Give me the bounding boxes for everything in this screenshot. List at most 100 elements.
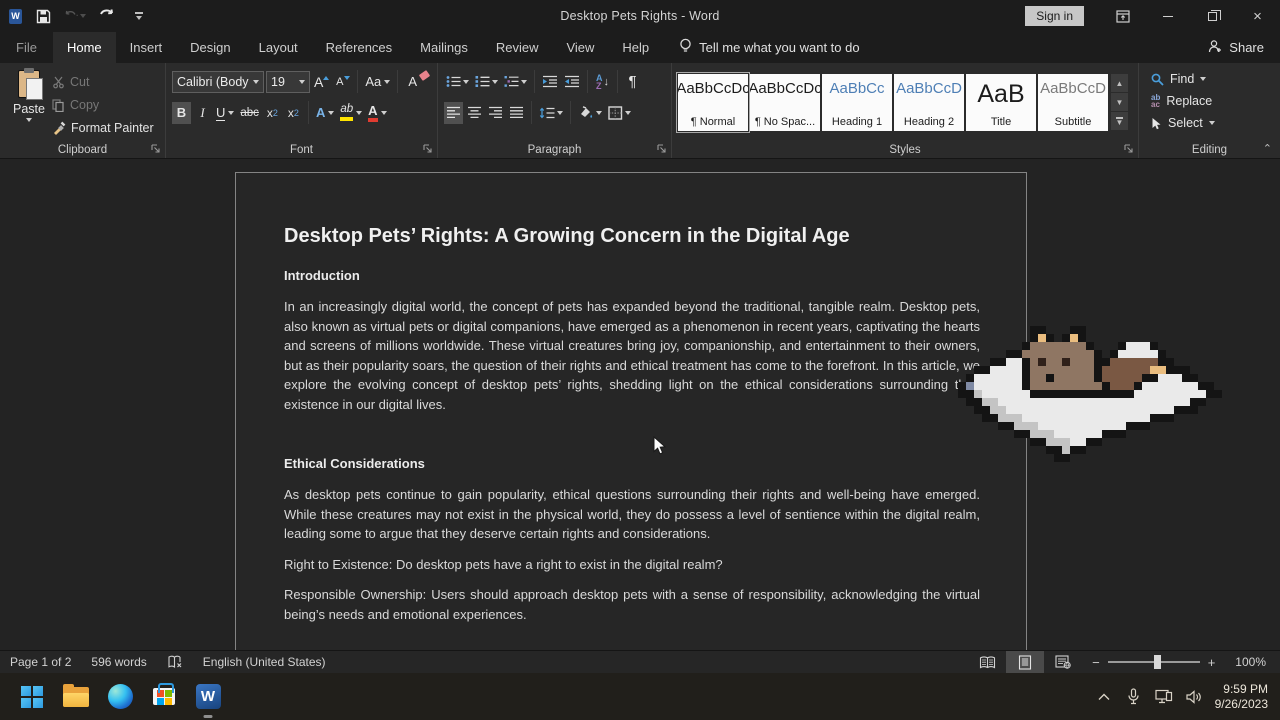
shrink-font-button[interactable]: A — [333, 71, 352, 93]
superscript-button[interactable]: x2 — [284, 102, 303, 124]
multilevel-list-button[interactable] — [502, 71, 529, 93]
zoom-in-button[interactable]: + — [1208, 655, 1216, 670]
styles-scroll-down-button[interactable]: ▼ — [1111, 93, 1128, 111]
text-effects-button[interactable]: A — [314, 102, 336, 124]
close-button[interactable]: × — [1235, 0, 1280, 32]
align-right-button[interactable] — [486, 102, 505, 124]
tray-chevron-up-button[interactable] — [1089, 675, 1119, 719]
taskbar-clock[interactable]: 9:59 PM 9/26/2023 — [1209, 682, 1280, 712]
sort-button[interactable]: AZ ↓ — [593, 71, 612, 93]
replace-button[interactable]: abac Replace — [1151, 90, 1276, 112]
decrease-indent-button[interactable] — [540, 71, 560, 93]
change-case-button[interactable]: Aa — [363, 71, 392, 93]
subscript-button[interactable]: x2 — [263, 102, 282, 124]
page-indicator[interactable]: Page 1 of 2 — [0, 651, 81, 673]
undo-button[interactable] — [64, 5, 86, 27]
style-subtitle[interactable]: AaBbCcD Subtitle — [1038, 74, 1108, 131]
tab-view[interactable]: View — [552, 32, 608, 63]
restore-button[interactable] — [1190, 0, 1235, 32]
zoom-out-button[interactable]: − — [1092, 655, 1100, 670]
word-taskbar-button[interactable]: W — [186, 675, 230, 719]
start-button[interactable] — [10, 675, 54, 719]
clipboard-dialog-launcher[interactable] — [151, 144, 161, 154]
word-count[interactable]: 596 words — [81, 651, 156, 673]
format-painter-button[interactable]: Format Painter — [52, 118, 154, 138]
document-page[interactable]: Desktop Pets’ Rights: A Growing Concern … — [235, 172, 1027, 650]
align-left-button[interactable] — [444, 102, 463, 124]
styles-gallery-more-button[interactable]: ▼ — [1111, 112, 1128, 130]
save-button[interactable] — [32, 5, 54, 27]
collapse-ribbon-button[interactable]: ⌃ — [1263, 142, 1272, 155]
style-no-spacing[interactable]: AaBbCcDc ¶ No Spac... — [750, 74, 820, 131]
paste-dropdown-arrow[interactable] — [26, 118, 32, 122]
tab-design[interactable]: Design — [176, 32, 244, 63]
pixel-cat-on-pillow[interactable] — [958, 326, 1222, 462]
web-layout-button[interactable] — [1044, 651, 1082, 673]
paste-button[interactable]: Paste — [6, 68, 52, 138]
cut-button[interactable]: Cut — [52, 72, 154, 92]
justify-button[interactable] — [507, 102, 526, 124]
style-heading-2[interactable]: AaBbCcD Heading 2 — [894, 74, 964, 131]
show-formatting-marks-button[interactable]: ¶ — [623, 71, 642, 93]
paragraph-dialog-launcher[interactable] — [657, 144, 667, 154]
text-highlight-button[interactable]: ab — [338, 102, 364, 124]
minimize-button[interactable] — [1145, 0, 1190, 32]
tab-references[interactable]: References — [312, 32, 406, 63]
tray-volume-button[interactable] — [1179, 675, 1209, 719]
font-color-button[interactable]: A — [366, 102, 388, 124]
styles-scroll-up-button[interactable]: ▲ — [1111, 74, 1128, 92]
language-indicator[interactable]: English (United States) — [193, 651, 336, 673]
align-center-button[interactable] — [465, 102, 484, 124]
proofing-status-button[interactable] — [157, 651, 193, 673]
file-explorer-button[interactable] — [54, 675, 98, 719]
underline-button[interactable]: U — [214, 102, 236, 124]
style-heading-1[interactable]: AaBbCc Heading 1 — [822, 74, 892, 131]
find-button[interactable]: Find — [1151, 68, 1276, 90]
share-button[interactable]: Share — [1208, 32, 1280, 63]
tab-layout[interactable]: Layout — [245, 32, 312, 63]
borders-button[interactable] — [606, 102, 633, 124]
font-dialog-launcher[interactable] — [423, 144, 433, 154]
numbering-button[interactable] — [473, 71, 500, 93]
chevron-up-icon — [1098, 693, 1110, 701]
paragraph-responsible-ownership: Responsible Ownership: Users should appr… — [284, 585, 980, 624]
zoom-level[interactable]: 100% — [1225, 651, 1280, 673]
zoom-slider[interactable] — [1108, 661, 1200, 663]
running-app-indicator — [204, 715, 213, 718]
italic-button[interactable]: I — [193, 102, 212, 124]
bullets-button[interactable] — [444, 71, 471, 93]
shading-button[interactable] — [576, 102, 604, 124]
tab-file[interactable]: File — [0, 32, 53, 63]
print-layout-button[interactable] — [1006, 651, 1044, 673]
line-spacing-button[interactable] — [537, 102, 565, 124]
tab-home[interactable]: Home — [53, 32, 116, 63]
select-button[interactable]: Select — [1151, 112, 1276, 134]
tray-network-button[interactable] — [1149, 675, 1179, 719]
redo-button[interactable] — [96, 5, 118, 27]
styles-dialog-launcher[interactable] — [1124, 144, 1134, 154]
increase-indent-button[interactable] — [562, 71, 582, 93]
tray-microphone-button[interactable] — [1119, 675, 1149, 719]
clear-formatting-button[interactable]: A — [403, 71, 422, 93]
tab-review[interactable]: Review — [482, 32, 553, 63]
style-title[interactable]: AaB Title — [966, 74, 1036, 131]
tell-me-box[interactable]: Tell me what you want to do — [679, 32, 859, 63]
copy-button[interactable]: Copy — [52, 95, 154, 115]
zoom-slider-thumb[interactable] — [1154, 655, 1161, 669]
font-size-combo[interactable]: 19 — [266, 71, 310, 93]
sign-in-button[interactable]: Sign in — [1025, 6, 1084, 26]
ribbon-display-options-button[interactable] — [1100, 0, 1145, 32]
strikethrough-button[interactable]: abc — [238, 102, 261, 124]
font-name-combo[interactable]: Calibri (Body — [172, 71, 264, 93]
style-normal[interactable]: AaBbCcDc ¶ Normal — [678, 74, 748, 131]
read-mode-button[interactable] — [968, 651, 1006, 673]
tab-insert[interactable]: Insert — [116, 32, 177, 63]
bold-button[interactable]: B — [172, 102, 191, 124]
format-painter-label: Format Painter — [71, 121, 154, 135]
customize-quick-access-button[interactable] — [128, 5, 150, 27]
tab-help[interactable]: Help — [608, 32, 663, 63]
grow-font-button[interactable]: A — [312, 71, 331, 93]
edge-browser-button[interactable] — [98, 675, 142, 719]
tab-mailings[interactable]: Mailings — [406, 32, 482, 63]
microsoft-store-button[interactable] — [142, 675, 186, 719]
